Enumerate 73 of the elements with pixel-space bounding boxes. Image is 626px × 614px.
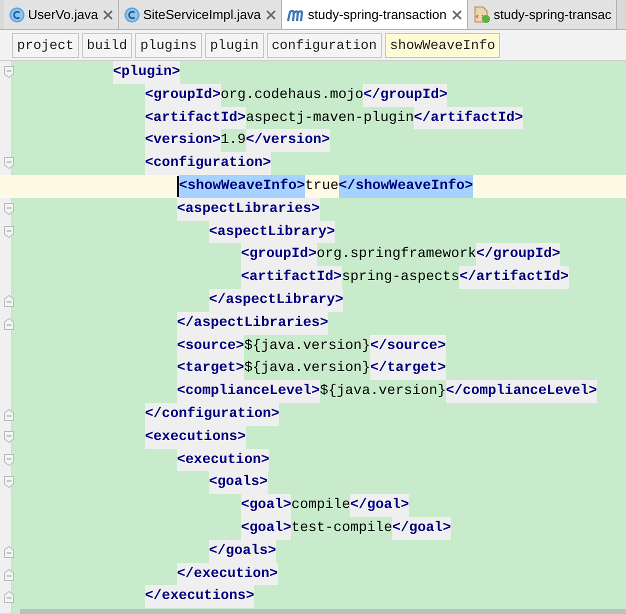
xml-tag: <target>: [177, 357, 244, 380]
fold-marker-icon[interactable]: [4, 202, 14, 215]
xml-tag: <execution>: [177, 448, 270, 472]
tag-value: compile: [291, 496, 350, 516]
close-icon[interactable]: [452, 10, 462, 20]
fold-marker-icon[interactable]: [4, 476, 14, 488]
fold-marker-icon[interactable]: [4, 66, 14, 78]
xml-tag: <aspectLibrary>: [209, 220, 336, 244]
editor-tab[interactable]: SiteServiceImpl.java: [119, 0, 282, 29]
xml-file-icon: [472, 6, 491, 24]
xml-tag: </configuration>: [145, 402, 280, 426]
class-icon: [9, 6, 25, 22]
xml-tag: <artifactId>: [241, 266, 342, 289]
tag-value: org.springframework: [316, 245, 476, 264]
xml-tag: <goals>: [209, 471, 268, 494]
tag-value: true: [305, 176, 339, 196]
horizontal-scrollbar[interactable]: [20, 609, 626, 614]
editor-tab[interactable]: study-spring-transaction: [282, 0, 468, 29]
maven-m-icon: [286, 8, 305, 22]
text-caret: [177, 176, 179, 197]
fold-marker-icon[interactable]: [4, 226, 14, 238]
xml-tag: <configuration>: [145, 152, 272, 175]
xml-tag: <groupId>: [145, 84, 221, 107]
xml-tag: <artifactId>: [145, 106, 246, 130]
tag-value: 1.9: [220, 131, 246, 150]
tag-value: ${java.version}: [320, 382, 446, 402]
breadcrumb-item[interactable]: project: [12, 32, 79, 58]
xml-tag: <plugin>: [113, 61, 180, 84]
xml-tag: </source>: [370, 334, 446, 358]
fold-marker-icon[interactable]: [4, 454, 14, 466]
xml-tag: <goal>: [241, 494, 292, 517]
xml-tag: </artifactId>: [414, 106, 524, 130]
xml-tag: </goal>: [392, 516, 452, 540]
close-icon[interactable]: [103, 10, 114, 20]
xml-tag: <aspectLibraries>: [177, 198, 320, 221]
xml-tag: </target>: [370, 357, 446, 380]
tag-value: spring-aspects: [342, 268, 460, 288]
breadcrumb-item[interactable]: build: [82, 32, 132, 58]
xml-tag: </aspectLibrary>: [209, 288, 344, 312]
xml-tag: <goal>: [241, 516, 292, 540]
close-icon[interactable]: [266, 10, 276, 20]
tag-value: test-compile: [291, 518, 392, 538]
xml-tag: </executions>: [145, 585, 254, 608]
xml-tag: <executions>: [145, 426, 246, 449]
tag-value: org.codehaus.mojo: [220, 86, 364, 105]
class-icon: [124, 6, 140, 22]
xml-tag: </goals>: [209, 540, 276, 563]
xml-tag: <groupId>: [241, 243, 317, 266]
breadcrumb-item[interactable]: configuration: [266, 32, 382, 58]
xml-tag: <source>: [177, 334, 244, 358]
breadcrumb-item[interactable]: showWeaveInfo: [384, 32, 500, 58]
breadcrumb-item[interactable]: plugins: [135, 32, 202, 58]
xml-tag: </version>: [246, 129, 330, 152]
tag-value: aspectj-maven-plugin: [246, 108, 414, 128]
breadcrumb-item[interactable]: plugin: [204, 32, 264, 58]
xml-tag: </goal>: [350, 494, 410, 517]
xml-tag: <complianceLevel>: [177, 380, 320, 403]
xml-tag: </artifactId>: [459, 266, 569, 289]
tag-value: ${java.version}: [244, 359, 370, 378]
xml-tag: </groupId>: [363, 84, 448, 107]
editor-tab[interactable]: UserVo.java: [4, 0, 120, 29]
fold-marker-icon[interactable]: [4, 157, 14, 170]
xml-tag: <showWeaveInfo>: [179, 174, 306, 198]
xml-tag: </execution>: [177, 562, 278, 586]
tag-value: ${java.version}: [244, 336, 370, 356]
fold-marker-icon[interactable]: [4, 430, 14, 443]
xml-tag: </showWeaveInfo>: [338, 174, 474, 198]
editor-tab[interactable]: study-spring-transac: [468, 0, 618, 29]
fold-marker-icon[interactable]: [4, 591, 14, 604]
xml-tag: <version>: [145, 129, 221, 152]
xml-tag: </complianceLevel>: [446, 380, 598, 403]
xml-tag: </aspectLibraries>: [177, 312, 328, 335]
xml-tag: </groupId>: [476, 243, 560, 266]
